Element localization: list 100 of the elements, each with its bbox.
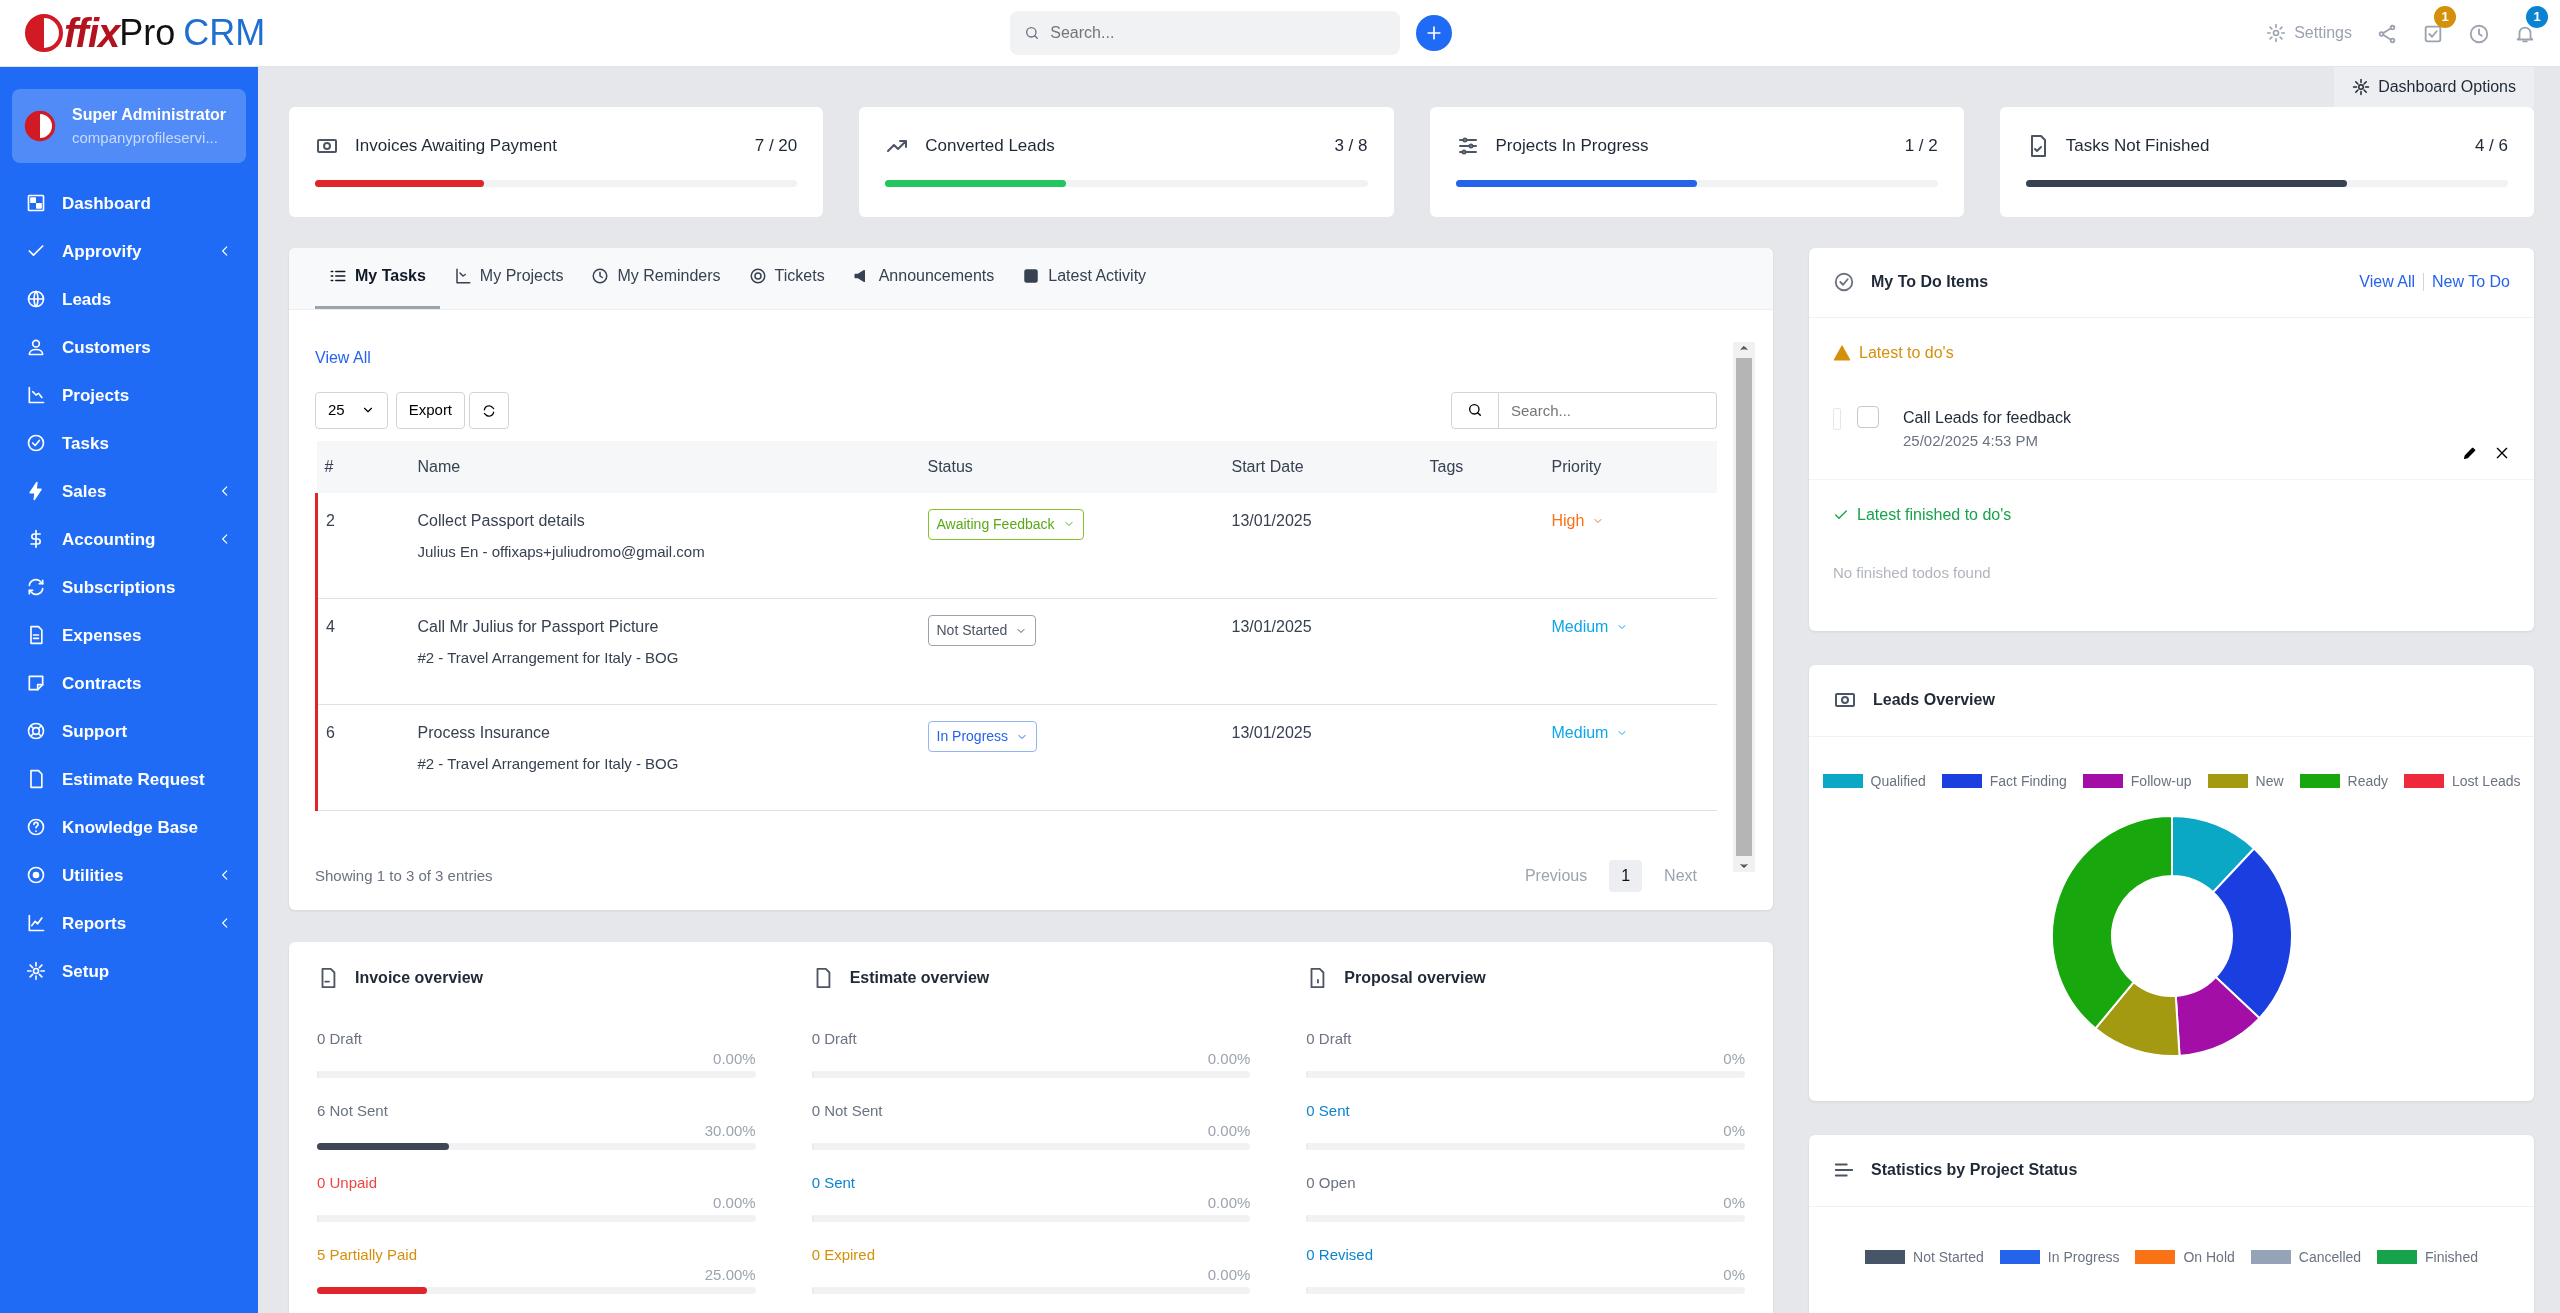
globe-icon [26, 289, 46, 310]
todo-text: Call Leads for feedback [1903, 407, 2072, 428]
priority-dropdown[interactable]: Medium [1551, 721, 1629, 746]
status-count: 5 Partially Paid [317, 1244, 419, 1265]
card-title: Statistics by Project Status [1871, 1160, 2078, 1181]
add-button[interactable] [1416, 14, 1453, 51]
sidebar-item[interactable]: Utilities [12, 851, 246, 900]
task-detail: #2 - Travel Arrangement for Italy - BOG [417, 754, 680, 775]
user-icon [26, 337, 46, 358]
status-count: 0 Expired [811, 1244, 877, 1265]
refresh-button[interactable] [469, 391, 510, 429]
legend-label: On Hold [2183, 1247, 2235, 1267]
sidebar-item[interactable]: Leads [12, 275, 246, 324]
line-chart-icon [26, 913, 46, 934]
scrollbar[interactable] [1733, 341, 1755, 872]
sidebar-item[interactable]: Expenses [12, 611, 246, 660]
legend-label: Ready [2347, 771, 2388, 791]
tab[interactable]: Tickets [734, 247, 839, 309]
card-title: Leads Overview [1873, 690, 1995, 711]
new-todo-link[interactable]: New To Do [2432, 270, 2510, 295]
view-all-link[interactable]: View All [2359, 270, 2416, 295]
dashboard-options-button[interactable]: Dashboard Options [2334, 66, 2534, 107]
percentage: 0% [1722, 1193, 1745, 1214]
table-cell: 13/01/2025 [1223, 704, 1422, 811]
task-detail: Julius En - offixaps+juliudromo@gmail.com [417, 541, 706, 562]
sidebar-item[interactable]: Reports [12, 899, 246, 948]
tab[interactable]: My Reminders [577, 247, 735, 309]
checkbox[interactable] [1857, 405, 1879, 428]
sidebar-item[interactable]: Dashboard [12, 179, 246, 228]
sidebar-item[interactable]: Sales [12, 467, 246, 516]
overview-title: Invoice overview [355, 967, 484, 988]
status-count: 6 Not Sent [317, 1100, 389, 1121]
sidebar-item[interactable]: Subscriptions [12, 563, 246, 612]
search-field[interactable]: Search... [1499, 391, 1717, 429]
table-cell: 4 [316, 598, 410, 705]
status-count: 0 Sent [1306, 1100, 1351, 1121]
sidebar-item[interactable]: Support [12, 707, 246, 756]
table-cell: 13/01/2025 [1223, 492, 1422, 599]
task-name[interactable]: Call Mr Julius for Passport Picture [417, 615, 912, 640]
status-count: 0 Sent [811, 1172, 857, 1193]
priority-dropdown[interactable]: High [1551, 508, 1605, 533]
page-length-select[interactable]: 25 [315, 391, 388, 429]
export-button[interactable]: Export [395, 391, 466, 429]
status-dropdown[interactable]: Awaiting Feedback [927, 508, 1084, 540]
stat-title: Tasks Not Finished [2065, 134, 2210, 157]
clock-icon [591, 267, 610, 286]
search-icon [1467, 402, 1483, 419]
settings-link[interactable]: Settings [2266, 20, 2352, 45]
note-icon [26, 673, 46, 694]
warning-icon [1833, 343, 1851, 362]
sidebar-item[interactable]: Estimate Request [12, 755, 246, 804]
task-name[interactable]: Collect Passport details [417, 508, 912, 533]
stat-value: 3 / 8 [1334, 134, 1368, 157]
tab[interactable]: Announcements [838, 247, 1009, 309]
task-name[interactable]: Process Insurance [417, 721, 912, 746]
user-name: Super Administrator [72, 104, 227, 125]
percentage: 0% [1722, 1121, 1745, 1142]
profile-card[interactable]: Super Administrator companyprofileservi... [12, 88, 246, 164]
search-field[interactable]: Search... [1010, 10, 1401, 55]
logo[interactable]: ffixPro CRM [24, 2, 266, 63]
sync-icon [26, 577, 46, 598]
sidebar-item[interactable]: Customers [12, 323, 246, 372]
status-count: 0 Draft [1306, 1028, 1353, 1049]
sidebar-item[interactable]: Approvify [12, 227, 246, 276]
search-button[interactable] [1451, 391, 1499, 429]
legend-label: Cancelled [2298, 1247, 2362, 1267]
percentage: 0% [1722, 1265, 1745, 1286]
tab[interactable]: My Tasks [315, 247, 440, 309]
sidebar-item[interactable]: Setup [12, 947, 246, 996]
sidebar-item[interactable]: Accounting [12, 515, 246, 564]
view-all-link[interactable]: View All [315, 345, 371, 370]
tab[interactable]: My Projects [439, 247, 578, 309]
stat-value: 1 / 2 [1904, 134, 1938, 157]
status-count: 0 Draft [811, 1028, 858, 1049]
status-count: 0 Draft [317, 1028, 363, 1049]
sidebar-item[interactable]: Projects [12, 371, 246, 420]
stat-value: 7 / 20 [754, 134, 798, 157]
table-info: Showing 1 to 3 of 3 entries [315, 865, 493, 886]
sidebar-item[interactable]: Tasks [12, 419, 246, 468]
percentage: 0% [1722, 1049, 1745, 1070]
status-dropdown[interactable]: Not Started [927, 615, 1037, 647]
percentage: 0.00% [712, 1193, 756, 1214]
previous-button[interactable]: Previous [1518, 862, 1594, 889]
todo-date: 25/02/2025 4:53 PM [1903, 430, 2040, 451]
sidebar-item[interactable]: Knowledge Base [12, 803, 246, 852]
sidebar-item[interactable]: Contracts [12, 659, 246, 708]
table-cell: 6 [316, 704, 410, 811]
page-button[interactable]: 1 [1609, 859, 1643, 892]
empty-message: No finished todos found [1832, 562, 1992, 583]
percentage: 0.00% [1206, 1265, 1251, 1286]
tab[interactable]: Latest Activity [1008, 247, 1161, 309]
percentage: 30.00% [703, 1121, 756, 1142]
drag-handle[interactable] [1833, 407, 1841, 430]
column-header: Start Date [1223, 440, 1422, 493]
percentage: 0.00% [1206, 1049, 1251, 1070]
gear-icon [26, 961, 46, 982]
next-button[interactable]: Next [1658, 862, 1703, 889]
priority-dropdown[interactable]: Medium [1551, 615, 1629, 640]
status-count: 0 Open [1306, 1172, 1357, 1193]
status-dropdown[interactable]: In Progress [927, 721, 1038, 753]
